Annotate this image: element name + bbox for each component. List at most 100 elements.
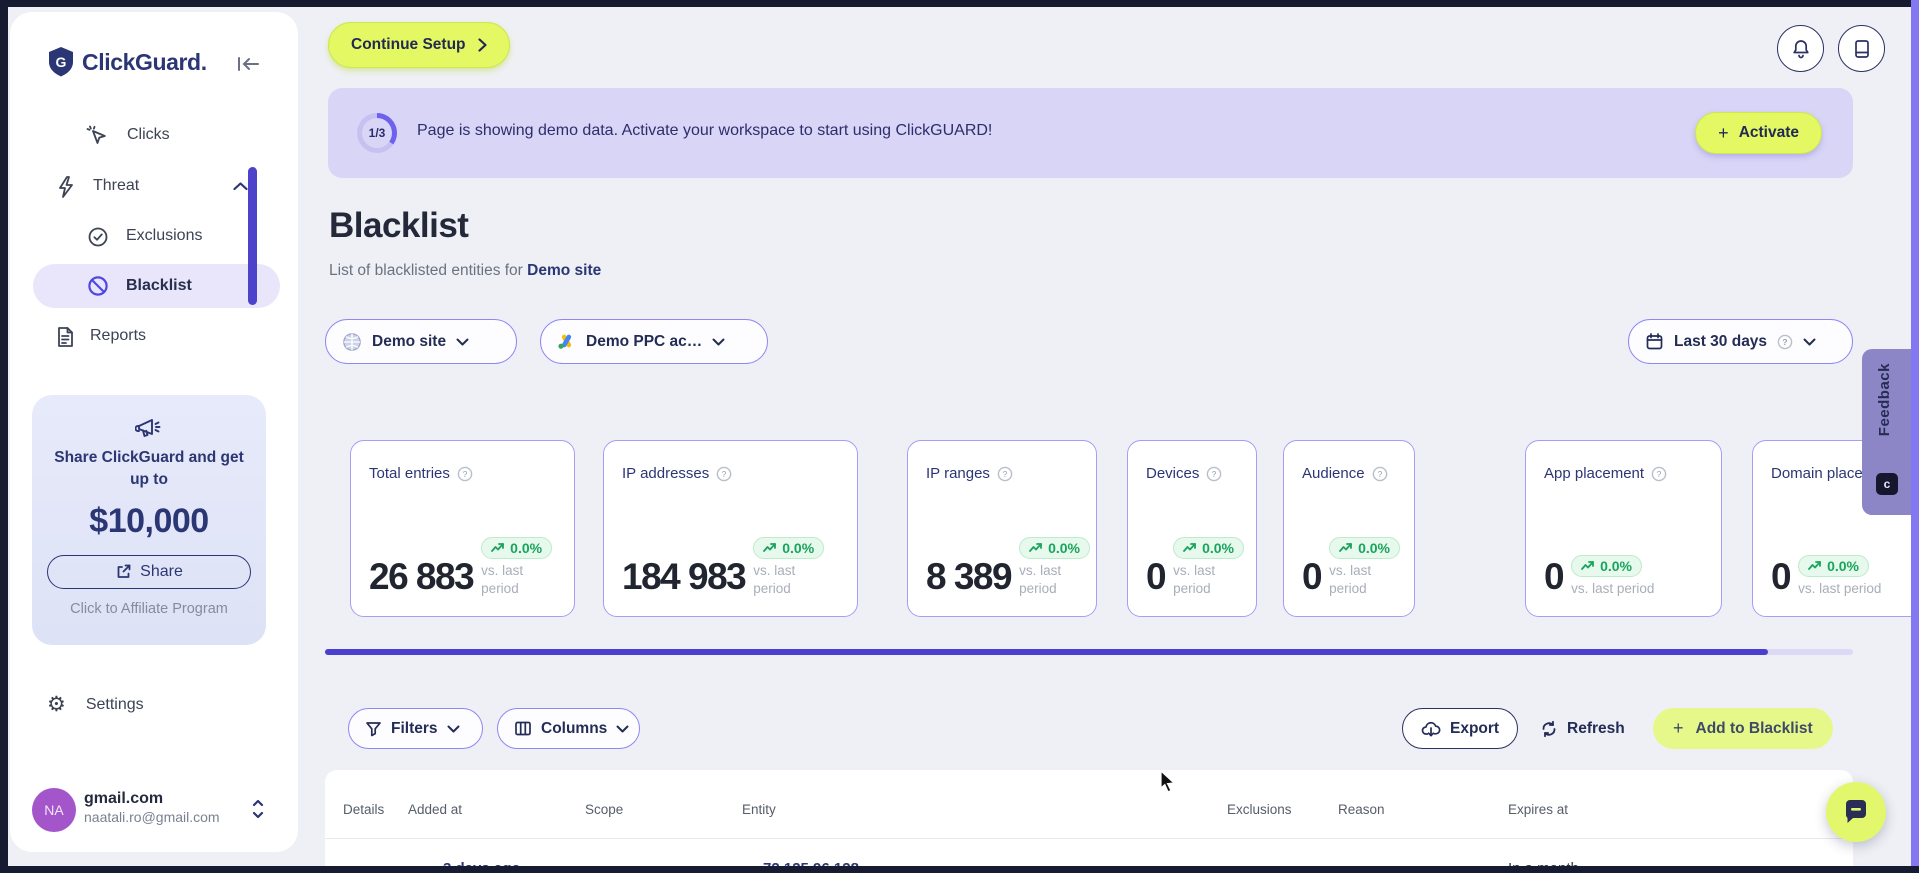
column-header-expires-at[interactable]: Expires at [1508, 802, 1568, 817]
delta-badge: 0.0% [753, 536, 825, 559]
share-button[interactable]: Share [47, 554, 251, 589]
account-email: naatali.ro@gmail.com [84, 809, 220, 825]
help-icon[interactable]: ? [716, 466, 732, 482]
sidebar-item-clicks[interactable]: Clicks [127, 126, 170, 144]
help-icon[interactable]: ? [1651, 466, 1667, 482]
collapse-sidebar-icon[interactable] [235, 54, 271, 78]
activate-button[interactable]: + Activate [1695, 112, 1822, 154]
lightning-icon [55, 175, 77, 199]
clickguard-logo-icon: G [46, 46, 76, 78]
gear-icon: ⚙ [47, 693, 66, 716]
cursor-click-icon [85, 124, 109, 148]
chat-widget-button[interactable] [1826, 782, 1886, 842]
sidebar-scrollbar-thumb[interactable] [248, 167, 257, 305]
account-switcher[interactable]: NA gmail.com naatali.ro@gmail.com [32, 788, 278, 840]
help-icon[interactable]: ? [457, 466, 473, 482]
svg-text:G: G [56, 54, 67, 70]
setup-progress-ring: 1/3 [357, 113, 397, 153]
svg-text:?: ? [1782, 337, 1787, 347]
stat-card-ip-addresses: IP addresses? 184 983 0.0% vs. last peri… [603, 440, 858, 617]
card-note: vs. last period [753, 562, 796, 596]
plus-icon: + [1718, 122, 1729, 143]
funnel-icon [365, 720, 382, 737]
activate-label: Activate [1738, 124, 1799, 141]
page-title: Blacklist [329, 206, 469, 245]
column-header-scope[interactable]: Scope [585, 802, 623, 817]
help-icon[interactable]: ? [1372, 466, 1388, 482]
delta-badge: 0.0% [1798, 554, 1869, 577]
column-header-exclusions[interactable]: Exclusions [1227, 802, 1292, 817]
notifications-button[interactable] [1777, 25, 1824, 72]
cards-scrollbar-thumb[interactable] [325, 649, 1768, 655]
card-label: Total entries [369, 465, 450, 482]
sidebar-item-blacklist[interactable]: Blacklist [33, 264, 280, 308]
chevron-up-icon[interactable] [233, 182, 248, 191]
chevron-down-icon [712, 338, 725, 346]
column-header-entity[interactable]: Entity [742, 802, 776, 817]
help-icon[interactable]: ? [997, 466, 1013, 482]
card-note: vs. last period [1173, 562, 1216, 596]
stat-card-devices: Devices? 0 0.0% vs. last period [1127, 440, 1257, 617]
card-value: 0 [1146, 556, 1167, 597]
svg-text:?: ? [722, 469, 727, 479]
sidebar-item-threat[interactable]: Threat [93, 177, 139, 195]
promo-footer: Click to Affiliate Program [70, 600, 228, 617]
chevron-down-icon [1803, 338, 1816, 346]
header-divider [325, 838, 1853, 839]
sidebar-item-reports[interactable]: Reports [90, 327, 146, 345]
ppc-account-value: Demo PPC ac… [586, 332, 703, 350]
continue-setup-button[interactable]: Continue Setup [328, 22, 510, 68]
ppc-account-selector[interactable]: Demo PPC ac… [540, 319, 768, 364]
external-link-icon [115, 563, 132, 580]
add-to-blacklist-label: Add to Blacklist [1695, 719, 1813, 737]
feedback-tab[interactable]: Feedback c [1862, 349, 1912, 515]
columns-button[interactable]: Columns [497, 708, 640, 749]
delta-badge: 0.0% [1019, 536, 1091, 559]
stat-card-total-entries: Total entries? 26 883 0.0% vs. last peri… [350, 440, 575, 617]
card-label: App placement [1544, 465, 1645, 482]
chevron-right-icon [477, 38, 487, 52]
clickguard-mini-icon: c [1876, 473, 1898, 495]
card-note: vs. last period [1571, 580, 1655, 596]
cards-scrollbar[interactable] [325, 649, 1853, 655]
page-scrollbar[interactable] [1911, 0, 1919, 873]
sidebar-item-exclusions[interactable]: Exclusions [126, 227, 202, 245]
column-header-added-at[interactable]: Added at [408, 802, 462, 817]
stat-card-audience: Audience? 0 0.0% vs. last period [1283, 440, 1415, 617]
globe-icon [342, 332, 362, 352]
docs-button[interactable] [1838, 25, 1885, 72]
card-note: vs. last period [1329, 562, 1372, 596]
svg-text:?: ? [1003, 469, 1008, 479]
svg-text:?: ? [463, 469, 468, 479]
book-icon [1852, 38, 1872, 60]
filters-label: Filters [391, 719, 438, 737]
columns-label: Columns [541, 719, 608, 737]
subtitle-site-name: Demo site [527, 262, 602, 279]
site-selector[interactable]: Demo site [325, 319, 517, 364]
column-header-reason[interactable]: Reason [1338, 802, 1385, 817]
sidebar-item-settings[interactable]: ⚙ Settings [47, 694, 144, 715]
sort-chevrons-icon [250, 798, 266, 820]
filters-button[interactable]: Filters [348, 708, 483, 749]
demo-data-banner: 1/3 Page is showing demo data. Activate … [328, 88, 1853, 178]
feedback-label: Feedback [1876, 363, 1893, 437]
sidebar: G ClickGuard. Clicks Threat Exclusions B… [10, 12, 298, 852]
account-name: gmail.com [84, 790, 164, 807]
cloud-download-icon [1421, 720, 1441, 738]
affiliate-promo-card[interactable]: Share ClickGuard and get up to $10,000 S… [32, 395, 266, 645]
columns-icon [514, 720, 532, 737]
avatar: NA [32, 788, 76, 832]
column-header-details[interactable]: Details [343, 802, 384, 817]
card-note: vs. last period [1019, 562, 1062, 596]
site-selector-value: Demo site [372, 332, 447, 350]
add-to-blacklist-button[interactable]: + Add to Blacklist [1653, 708, 1833, 749]
chevron-down-icon [616, 725, 629, 733]
card-note: vs. last period [481, 562, 524, 596]
promo-text: Share ClickGuard and get up to [54, 449, 244, 489]
card-label: IP addresses [622, 465, 710, 482]
refresh-button[interactable]: Refresh [1540, 708, 1625, 749]
date-range-selector[interactable]: Last 30 days ? [1628, 319, 1853, 364]
help-icon[interactable]: ? [1206, 466, 1222, 482]
blacklist-table: Details Added at Scope Entity Exclusions… [325, 770, 1853, 866]
export-button[interactable]: Export [1402, 708, 1519, 749]
